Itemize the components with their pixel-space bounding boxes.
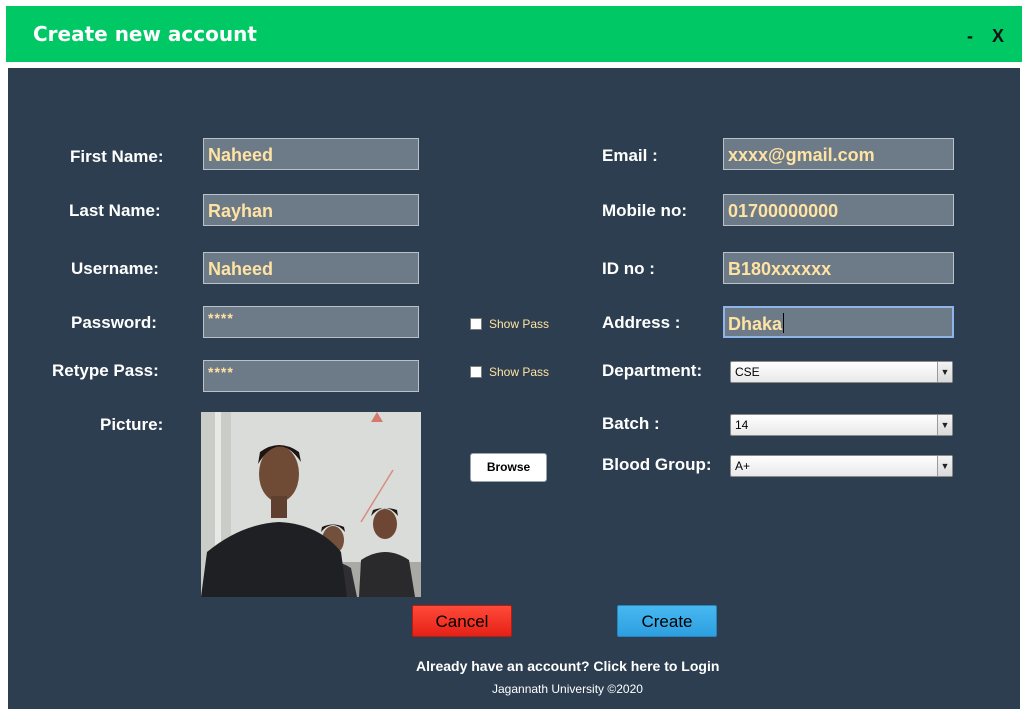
chevron-down-icon[interactable]: ▼: [937, 456, 952, 476]
batch-select[interactable]: 14 ▼: [730, 414, 953, 436]
show-password-label: Show Pass: [489, 317, 550, 331]
email-label: Email :: [602, 146, 658, 165]
address-field[interactable]: Dhaka: [723, 306, 954, 338]
password-label: Password:: [71, 313, 157, 332]
app-window: Create new account - X First Name: Last …: [0, 0, 1028, 715]
picture-label: Picture:: [100, 415, 164, 434]
profile-picture: [201, 412, 421, 597]
username-label: Username:: [71, 259, 159, 278]
retype-pass-label: Retype Pass:: [52, 361, 159, 380]
blood-group-select[interactable]: A+ ▼: [730, 455, 953, 477]
department-select[interactable]: CSE ▼: [730, 361, 953, 383]
blood-group-label: Blood Group:: [602, 455, 712, 474]
chevron-down-icon[interactable]: ▼: [937, 362, 952, 382]
mobile-field[interactable]: 01700000000: [723, 194, 954, 226]
batch-label: Batch :: [602, 414, 660, 433]
password-field[interactable]: ****: [203, 306, 419, 338]
browse-button[interactable]: Browse: [470, 453, 547, 482]
form-panel: First Name: Last Name: Username: Passwor…: [8, 68, 1020, 709]
profile-photo-image: [201, 412, 421, 597]
department-label: Department:: [602, 361, 703, 380]
cancel-button[interactable]: Cancel: [412, 605, 512, 637]
title-bar[interactable]: Create new account - X: [6, 6, 1022, 62]
show-retype-password-label: Show Pass: [489, 365, 550, 379]
retype-password-field[interactable]: ****: [203, 360, 419, 392]
last-name-field[interactable]: Rayhan: [203, 194, 419, 226]
login-link[interactable]: Already have an account? Click here to L…: [416, 658, 719, 674]
footer-text: Jagannath University ©2020: [492, 682, 643, 696]
create-button[interactable]: Create: [617, 605, 717, 637]
blood-group-selected-value: A+: [735, 459, 751, 473]
close-button[interactable]: X: [992, 26, 1004, 47]
text-caret: [783, 313, 785, 333]
batch-selected-value: 14: [735, 418, 749, 432]
mobile-label: Mobile no:: [602, 201, 687, 220]
minimize-button[interactable]: -: [967, 26, 973, 47]
window-title: Create new account: [33, 22, 257, 46]
id-no-field[interactable]: B180xxxxxx: [723, 252, 954, 284]
first-name-field[interactable]: Naheed: [203, 138, 419, 170]
email-field[interactable]: xxxx@gmail.com: [723, 138, 954, 170]
address-label: Address :: [602, 313, 681, 332]
chevron-down-icon[interactable]: ▼: [937, 415, 952, 435]
address-value: Dhaka: [728, 314, 783, 334]
last-name-label: Last Name:: [69, 201, 161, 220]
department-selected-value: CSE: [735, 365, 760, 379]
username-field[interactable]: Naheed: [203, 252, 419, 284]
id-no-label: ID no :: [602, 259, 655, 278]
show-password-checkbox[interactable]: [470, 318, 482, 330]
show-retype-password-checkbox[interactable]: [470, 366, 482, 378]
first-name-label: First Name:: [70, 147, 164, 166]
